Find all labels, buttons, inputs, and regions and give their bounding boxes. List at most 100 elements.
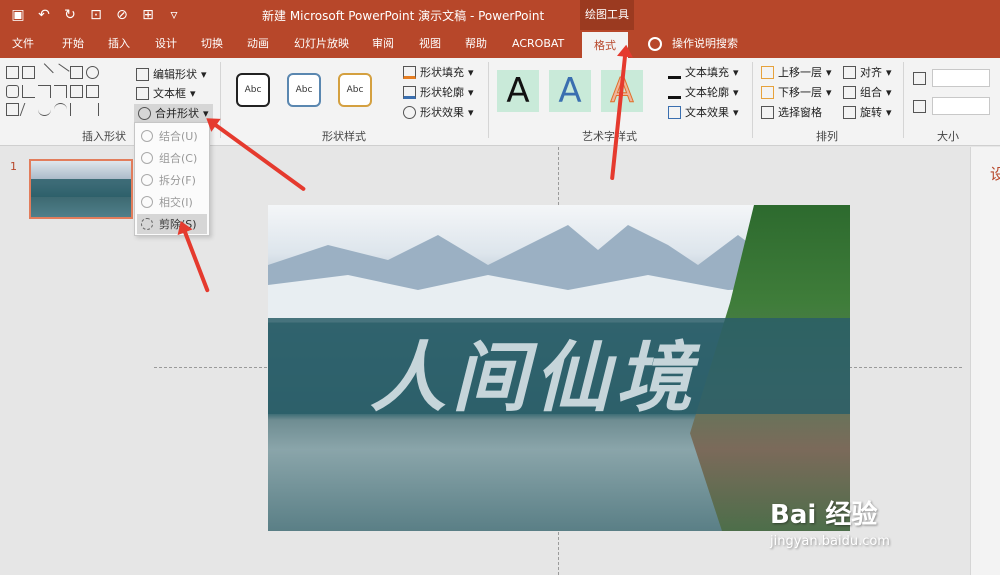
- selection-pane-button[interactable]: 选择窗格: [761, 103, 822, 121]
- tab-design[interactable]: 设计: [155, 30, 177, 58]
- height-icon: [913, 72, 926, 85]
- menu-item-fragment[interactable]: 拆分(F): [137, 170, 207, 190]
- undo-icon[interactable]: ↶: [34, 5, 54, 25]
- menu-item-combine[interactable]: 组合(C): [137, 148, 207, 168]
- format-pane: [970, 147, 1000, 575]
- shape-effects-button[interactable]: 形状效果 ▾: [403, 103, 474, 121]
- present-icon[interactable]: ⊡: [86, 5, 106, 25]
- menu-item-subtract[interactable]: 剪除(S): [137, 214, 207, 234]
- arrow-line-shape-icon[interactable]: [51, 63, 70, 82]
- group-icon: [843, 85, 856, 99]
- elbow-connector-icon[interactable]: [38, 84, 51, 98]
- text-outline-button[interactable]: 文本轮廓 ▾: [668, 83, 739, 101]
- tell-me-search[interactable]: 操作说明搜索: [672, 30, 738, 58]
- arc-shape-icon[interactable]: [54, 103, 67, 116]
- menu-item-union[interactable]: 结合(U): [137, 126, 207, 146]
- insert-shapes-label: 插入形状: [82, 130, 126, 143]
- group-divider: [752, 62, 753, 138]
- shape-outline-button[interactable]: 形状轮廓 ▾: [403, 83, 474, 101]
- vertical-textbox-shape-icon[interactable]: [22, 66, 35, 79]
- window-title: 新建 Microsoft PowerPoint 演示文稿 - PowerPoin…: [262, 9, 545, 23]
- textbox-shape-icon[interactable]: [6, 66, 19, 79]
- send-backward-button[interactable]: 下移一层 ▾: [761, 83, 832, 101]
- shape-fill-button[interactable]: 形状填充 ▾: [403, 63, 474, 81]
- text-effects-icon: [668, 105, 681, 119]
- merge-shapes-button[interactable]: 合并形状 ▾: [134, 104, 213, 122]
- freeform-shape-icon[interactable]: [6, 103, 19, 117]
- spacer-icon: [102, 85, 115, 98]
- tab-home[interactable]: 开始: [62, 30, 84, 58]
- wordart-preview-2[interactable]: A: [549, 70, 591, 112]
- shape-icon[interactable]: ⊘: [112, 5, 132, 25]
- group-divider: [488, 62, 489, 138]
- text-box-icon: [136, 86, 149, 100]
- tab-acrobat[interactable]: ACROBAT: [512, 30, 564, 58]
- tab-review[interactable]: 审阅: [372, 30, 394, 58]
- tab-insert[interactable]: 插入: [108, 30, 130, 58]
- height-input[interactable]: [932, 69, 990, 87]
- tab-file[interactable]: 文件: [12, 30, 34, 58]
- align-icon: [843, 65, 856, 79]
- tab-animations[interactable]: 动画: [247, 30, 269, 58]
- text-fill-icon: [668, 66, 681, 79]
- shapes-gallery[interactable]: [6, 63, 116, 120]
- combine-icon: [141, 152, 153, 164]
- rotate-icon: [843, 105, 856, 119]
- size-label: 大小: [937, 130, 959, 143]
- oval-shape-icon[interactable]: [86, 66, 99, 79]
- down-arrow-shape-icon[interactable]: [86, 84, 99, 98]
- send-backward-icon: [761, 85, 774, 99]
- more-shapes-icon[interactable]: [102, 66, 115, 79]
- scribble-shape-icon[interactable]: [19, 103, 38, 117]
- text-effects-button[interactable]: 文本效果 ▾: [668, 103, 739, 121]
- curve-shape-icon[interactable]: [38, 103, 51, 117]
- shape-style-preview-2[interactable]: Abc: [287, 73, 321, 107]
- text-box-button[interactable]: 文本框 ▾: [136, 84, 196, 102]
- lightbulb-icon: [648, 37, 662, 51]
- right-arrow-shape-icon[interactable]: [70, 84, 83, 98]
- merge-shapes-icon: [138, 106, 151, 120]
- shape-style-preview-1[interactable]: Abc: [236, 73, 270, 107]
- union-icon: [141, 130, 153, 142]
- group-button[interactable]: 组合 ▾: [843, 83, 892, 101]
- tab-slideshow[interactable]: 幻灯片放映: [294, 30, 349, 58]
- wordart-preview-1[interactable]: A: [497, 70, 539, 112]
- slide-title-text[interactable]: 人间仙境: [370, 316, 698, 426]
- tab-transitions[interactable]: 切换: [201, 30, 223, 58]
- rounded-rect-shape-icon[interactable]: [6, 84, 19, 98]
- shape-style-preview-3[interactable]: Abc: [338, 73, 372, 107]
- bring-forward-button[interactable]: 上移一层 ▾: [761, 63, 832, 81]
- rectangle-shape-icon[interactable]: [70, 66, 83, 79]
- baidu-watermark-url: jingyan.baidu.com: [770, 534, 890, 549]
- text-fill-button[interactable]: 文本填充 ▾: [668, 63, 739, 81]
- tab-view[interactable]: 视图: [419, 30, 441, 58]
- baidu-watermark: Bai 经验: [770, 500, 878, 530]
- brace-left-icon[interactable]: [70, 103, 83, 117]
- redo-icon[interactable]: ↻: [60, 5, 80, 25]
- menu-item-intersect[interactable]: 相交(I): [137, 192, 207, 212]
- wordart-styles-label: 艺术字样式: [582, 130, 637, 143]
- brace-right-icon[interactable]: [86, 103, 99, 117]
- rotate-button[interactable]: 旋转 ▾: [843, 103, 892, 121]
- format-icon[interactable]: ⊞: [138, 5, 158, 25]
- elbow-arrow-icon[interactable]: [54, 84, 67, 98]
- tab-help[interactable]: 帮助: [465, 30, 487, 58]
- thumb-band: [31, 179, 131, 197]
- save-icon[interactable]: ▣: [8, 5, 28, 25]
- title-bar: ▣ ↶ ↻ ⊡ ⊘ ⊞ ▿ 新建 Microsoft PowerPoint 演示…: [0, 0, 1000, 30]
- text-outline-icon: [668, 86, 681, 99]
- effects-icon: [403, 105, 416, 119]
- paint-bucket-icon: [403, 65, 416, 79]
- subtract-icon: [141, 218, 153, 230]
- edit-shape-button[interactable]: 编辑形状 ▾: [136, 65, 207, 83]
- align-button[interactable]: 对齐 ▾: [843, 63, 892, 81]
- drawing-tools-context: 绘图工具: [580, 0, 634, 30]
- customize-icon[interactable]: ▿: [164, 5, 184, 25]
- slide-thumbnail-1[interactable]: [29, 159, 133, 219]
- width-input[interactable]: [932, 97, 990, 115]
- edit-shape-icon: [136, 67, 149, 81]
- triangle-shape-icon[interactable]: [22, 84, 35, 98]
- ribbon-tabs: 文件 开始 插入 设计 切换 动画 幻灯片放映 审阅 视图 帮助 ACROBAT…: [0, 30, 1000, 58]
- bring-forward-icon: [761, 65, 774, 79]
- quick-access-toolbar: ▣ ↶ ↻ ⊡ ⊘ ⊞ ▿: [8, 5, 184, 25]
